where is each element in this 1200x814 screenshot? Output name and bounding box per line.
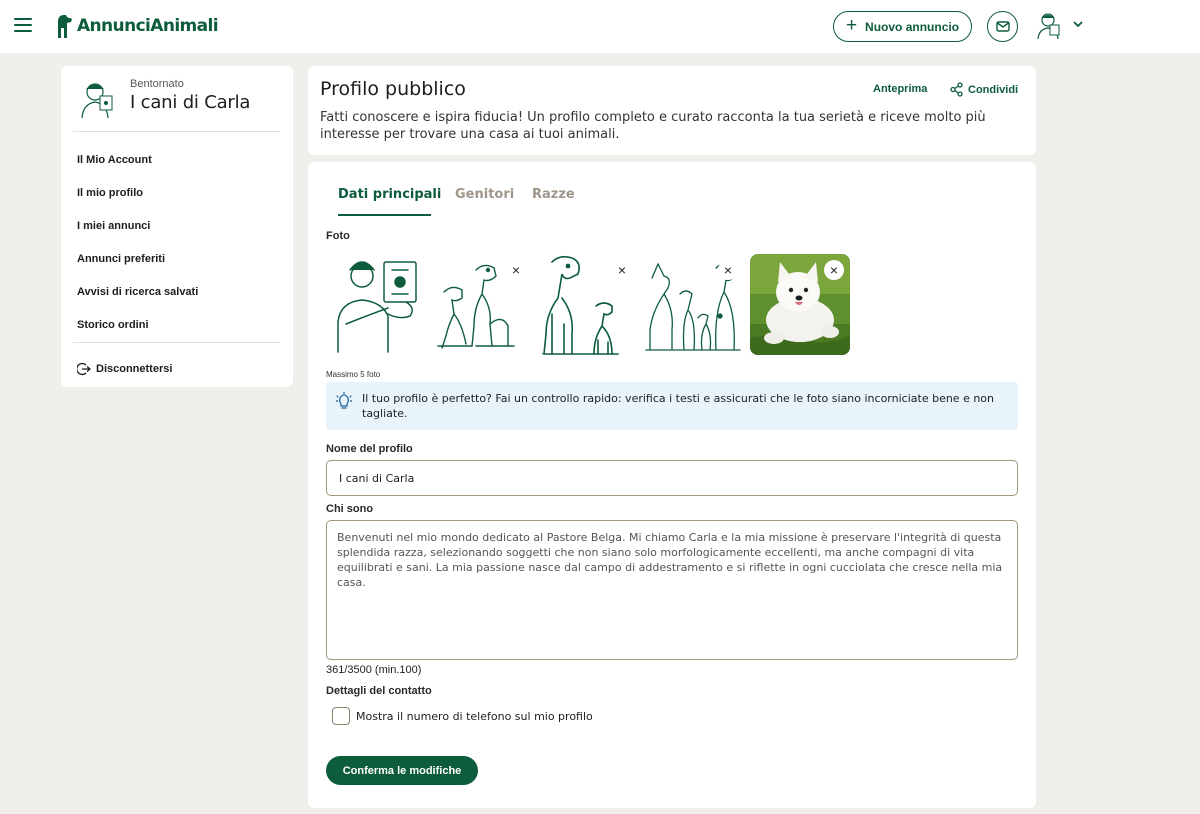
plus-icon: + (845, 15, 858, 36)
new-ad-button[interactable]: + Nuovo annuncio (833, 11, 972, 42)
account-sidebar: Bentornato I cani di Carla Il Mio Accoun… (61, 66, 293, 387)
illustration-woman-with-dog-photo (337, 261, 417, 353)
hamburger-menu-icon[interactable] (14, 18, 32, 34)
confirm-changes-button[interactable]: Conferma le modifiche (326, 756, 478, 785)
remove-photo-close-icon[interactable]: × (506, 260, 526, 280)
top-header: AnnunciAnimali + Nuovo annuncio (0, 0, 1200, 53)
mail-icon (995, 21, 1010, 32)
messages-button[interactable] (987, 11, 1018, 42)
photo-thumbnail[interactable]: × (432, 254, 532, 355)
sidebar-item-saved-searches[interactable]: Avvisi di ricerca salvati (77, 286, 198, 298)
chevron-down-icon[interactable] (1071, 17, 1085, 31)
share-link[interactable]: Condividi (949, 82, 1018, 97)
logout-label: Disconnettersi (96, 363, 173, 375)
profile-tip-banner: Il tuo profilo è perfetto? Fai un contro… (326, 382, 1018, 430)
logo[interactable]: AnnunciAnimali (55, 12, 219, 40)
user-avatar[interactable] (1033, 10, 1063, 40)
sidebar-item-account[interactable]: Il Mio Account (77, 154, 152, 166)
sidebar-item-my-ads[interactable]: I miei annunci (77, 220, 150, 232)
photo-thumbnail[interactable]: × (750, 254, 850, 355)
active-tab-indicator (338, 214, 431, 216)
photos-max-hint: Massimo 5 foto (326, 370, 381, 379)
photo-thumbnail[interactable] (326, 254, 426, 355)
sidebar-item-profile[interactable]: Il mio profilo (77, 187, 143, 199)
logo-icon (58, 15, 72, 38)
photo-thumbnail[interactable]: × (538, 254, 638, 355)
logout-button[interactable]: Disconnettersi (77, 362, 172, 376)
share-icon (950, 82, 963, 97)
lightbulb-icon (336, 392, 352, 409)
remove-photo-close-icon[interactable]: × (824, 260, 844, 280)
new-ad-label: Nuovo annuncio (865, 19, 960, 34)
page-title: Profilo pubblico (320, 78, 466, 100)
show-phone-checkbox[interactable] (332, 707, 350, 725)
character-counter: 361/3500 (min.100) (326, 664, 422, 676)
sidebar-item-favorites[interactable]: Annunci preferiti (77, 253, 165, 265)
photo-thumbnail[interactable]: × (644, 254, 744, 355)
tab-parents[interactable]: Genitori (455, 187, 514, 202)
divider (73, 131, 280, 132)
remove-photo-close-icon[interactable]: × (718, 260, 738, 280)
sidebar-item-orders[interactable]: Storico ordini (77, 319, 149, 331)
profile-name-field[interactable] (326, 460, 1018, 496)
remove-photo-close-icon[interactable]: × (612, 260, 632, 280)
about-label: Chi sono (326, 503, 374, 515)
profile-form-card: Dati principali Genitori Razze Foto × × … (308, 162, 1036, 808)
preview-link[interactable]: Anteprima (873, 83, 927, 95)
welcome-text: Bentornato (130, 78, 184, 90)
share-label: Condividi (968, 83, 1019, 96)
tab-main-data[interactable]: Dati principali (338, 187, 441, 202)
page-description: Fatti conoscere e ispira fiducia! Un pro… (320, 110, 986, 142)
photos-label: Foto (326, 230, 350, 242)
contact-details-label: Dettagli del contatto (326, 685, 432, 697)
photo-gallery: × × × × (326, 254, 850, 355)
profile-header-card: Profilo pubblico Anteprima Condividi Fat… (308, 66, 1036, 155)
profile-name: I cani di Carla (130, 92, 251, 113)
divider (73, 342, 280, 343)
logo-text: AnnunciAnimali (77, 16, 219, 36)
about-textarea[interactable]: Benvenuti nel mio mondo dedicato al Past… (326, 520, 1018, 660)
profile-avatar (81, 83, 113, 119)
tip-text: Il tuo profilo è perfetto? Fai un contro… (362, 392, 995, 420)
logout-icon (77, 362, 91, 376)
profile-name-label: Nome del profilo (326, 443, 413, 455)
show-phone-option[interactable]: Mostra il numero di telefono sul mio pro… (332, 707, 593, 725)
tab-breeds[interactable]: Razze (532, 187, 575, 202)
show-phone-label: Mostra il numero di telefono sul mio pro… (356, 709, 593, 723)
